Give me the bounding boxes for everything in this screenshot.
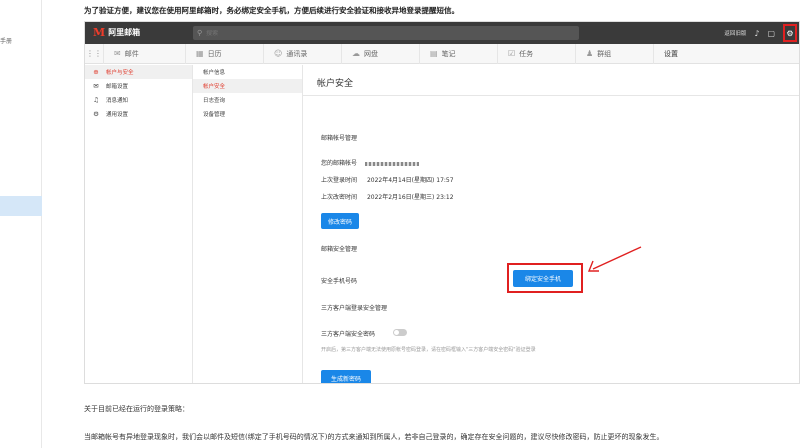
footer-policy-text: 当邮箱帐号有异地登录现象时，我们会以邮件及短信(绑定了手机号码的情况下)的方式来…: [84, 433, 664, 441]
top-bar: M 阿里邮箱 ⚲ 返回旧版 ♪ ▢ ⚙: [85, 22, 799, 44]
menu-item-general[interactable]: ⚙ 通用设置: [85, 107, 192, 121]
submenu-account-info[interactable]: 帐户信息: [193, 65, 302, 79]
settings-gear-button[interactable]: ⚙: [783, 24, 797, 42]
tab-label: 任务: [519, 49, 534, 58]
submenu-log-query[interactable]: 日志查询: [193, 93, 302, 107]
section-account-management: 邮箱帐号管理: [321, 135, 358, 142]
menu-label: 邮箱设置: [106, 84, 129, 90]
section-security-management: 邮箱安全管理: [321, 246, 358, 253]
cloud-icon: ☁: [352, 49, 360, 58]
app-grid-icon[interactable]: ⋮⋮: [85, 49, 103, 58]
tab-settings[interactable]: 设置: [653, 43, 783, 64]
tab-notes[interactable]: ▤ 笔记: [419, 43, 497, 64]
top-right-tools: 返回旧版 ♪ ▢ ⚙: [724, 22, 797, 44]
menu-label: 消息通知: [106, 98, 129, 104]
tab-label: 笔记: [441, 49, 456, 58]
menu-item-account-security[interactable]: ⊕ 帐户与安全: [85, 65, 192, 79]
user-shield-icon: ⊕: [93, 68, 99, 76]
third-party-toggle[interactable]: [393, 329, 407, 336]
mailbox-icon: ✉: [93, 82, 99, 90]
bell-icon: ♫: [93, 96, 99, 104]
back-to-old-link[interactable]: 返回旧版: [724, 29, 746, 37]
note-icon: ▤: [430, 49, 438, 58]
message-icon[interactable]: ▢: [767, 29, 775, 38]
tab-mail[interactable]: ✉ 邮件: [103, 43, 185, 64]
last-change-row: 上次改密时间 2022年2月16日(星期三) 23:12: [321, 192, 454, 201]
task-icon: ☑: [508, 49, 516, 58]
last-change-value: 2022年2月16日(星期三) 23:12: [366, 194, 454, 201]
menu-label: 通用设置: [106, 112, 129, 118]
last-login-value: 2022年4月14日(星期四) 17:57: [366, 177, 454, 184]
mail-icon: ✉: [114, 49, 121, 58]
account-submenu: 帐户信息 帐户安全 日志查询 设备管理: [193, 65, 303, 383]
search-input[interactable]: [206, 29, 507, 37]
settings-menu: ⊕ 帐户与安全 ✉ 邮箱设置 ♫ 消息通知 ⚙ 通用设置: [85, 65, 193, 383]
logo[interactable]: M 阿里邮箱: [93, 26, 140, 39]
phone-label: 安全手机号码: [321, 278, 358, 285]
tab-label: 群组: [597, 49, 612, 58]
change-password-button[interactable]: 修改密码: [321, 213, 359, 229]
tab-label: 通讯录: [286, 49, 308, 58]
intro-text: 为了验证方便，建议您在使用阿里邮箱时，务必绑定安全手机，方便后续进行安全验证和接…: [84, 6, 459, 15]
highlight-box: [507, 263, 583, 293]
menu-label: 帐户与安全: [106, 70, 134, 76]
gear-icon: ⚙: [786, 28, 794, 38]
arrow-pointer-icon: [587, 246, 642, 272]
mail-screenshot: M 阿里邮箱 ⚲ 返回旧版 ♪ ▢ ⚙ ⋮⋮ ✉ 邮件: [84, 21, 800, 384]
last-change-label: 上次改密时间: [321, 194, 358, 201]
footer-policy-title: 关于目前已经在运行的登录策略：: [84, 405, 189, 413]
last-login-label: 上次登录时间: [321, 177, 358, 184]
group-icon: ♟: [586, 49, 594, 58]
logo-text: 阿里邮箱: [108, 28, 141, 37]
doc-sidebar: 手册: [0, 0, 42, 448]
section-third-party: 三方客户端登录安全管理: [321, 305, 388, 312]
menu-item-mailbox-settings[interactable]: ✉ 邮箱设置: [85, 79, 192, 93]
search-box[interactable]: ⚲: [193, 26, 579, 40]
contacts-icon: ☺: [274, 49, 283, 58]
search-icon: ⚲: [197, 29, 203, 37]
tab-groups[interactable]: ♟ 群组: [575, 43, 653, 64]
tab-contacts[interactable]: ☺ 通讯录: [263, 43, 341, 64]
last-login-row: 上次登录时间 2022年4月14日(星期四) 17:57: [321, 175, 454, 184]
page: 手册 为了验证方便，建议您在使用阿里邮箱时，务必绑定安全手机，方便后续进行安全验…: [0, 0, 800, 448]
tab-label: 邮件: [124, 49, 139, 58]
third-party-label: 三方客户端安全密码: [321, 331, 376, 338]
generate-password-button[interactable]: 生成新密码: [321, 370, 371, 383]
divider: [303, 95, 799, 96]
nav-bar: ⋮⋮ ✉ 邮件 ▦ 日历 ☺ 通讯录 ☁ 网盘 ▤ 笔记 ☑ 任务 ♟ 群组 设…: [85, 43, 799, 64]
logo-mark-icon: M: [93, 26, 106, 39]
submenu-account-security[interactable]: 帐户安全: [193, 79, 302, 93]
tab-calendar[interactable]: ▦ 日历: [185, 43, 263, 64]
bell-icon[interactable]: ♪: [754, 29, 759, 38]
account-label: 您的邮箱帐号: [321, 160, 358, 167]
account-row: 您的邮箱帐号: [321, 158, 420, 167]
account-security-panel: 帐户安全 邮箱帐号管理 您的邮箱帐号 上次登录时间 2022年4月14日(星期四…: [303, 65, 799, 383]
third-party-note: 开启后，第三方客户端无法使用原帐号密码登录，请在密码框输入"三方客户端安全密码"…: [321, 347, 536, 353]
page-title: 帐户安全: [317, 79, 354, 89]
sidebar-fragment[interactable]: 手册: [0, 36, 12, 45]
menu-item-notifications[interactable]: ♫ 消息通知: [85, 93, 192, 107]
tab-label: 设置: [664, 49, 678, 58]
tab-tasks[interactable]: ☑ 任务: [497, 43, 575, 64]
submenu-device-management[interactable]: 设备管理: [193, 107, 302, 121]
tab-label: 日历: [207, 49, 222, 58]
calendar-icon: ▦: [196, 49, 204, 58]
sidebar-active-item[interactable]: [0, 196, 42, 216]
settings-icon: ⚙: [93, 110, 99, 118]
redacted-account: [365, 161, 420, 166]
tab-label: 网盘: [364, 49, 378, 58]
tab-cloud[interactable]: ☁ 网盘: [341, 43, 419, 64]
